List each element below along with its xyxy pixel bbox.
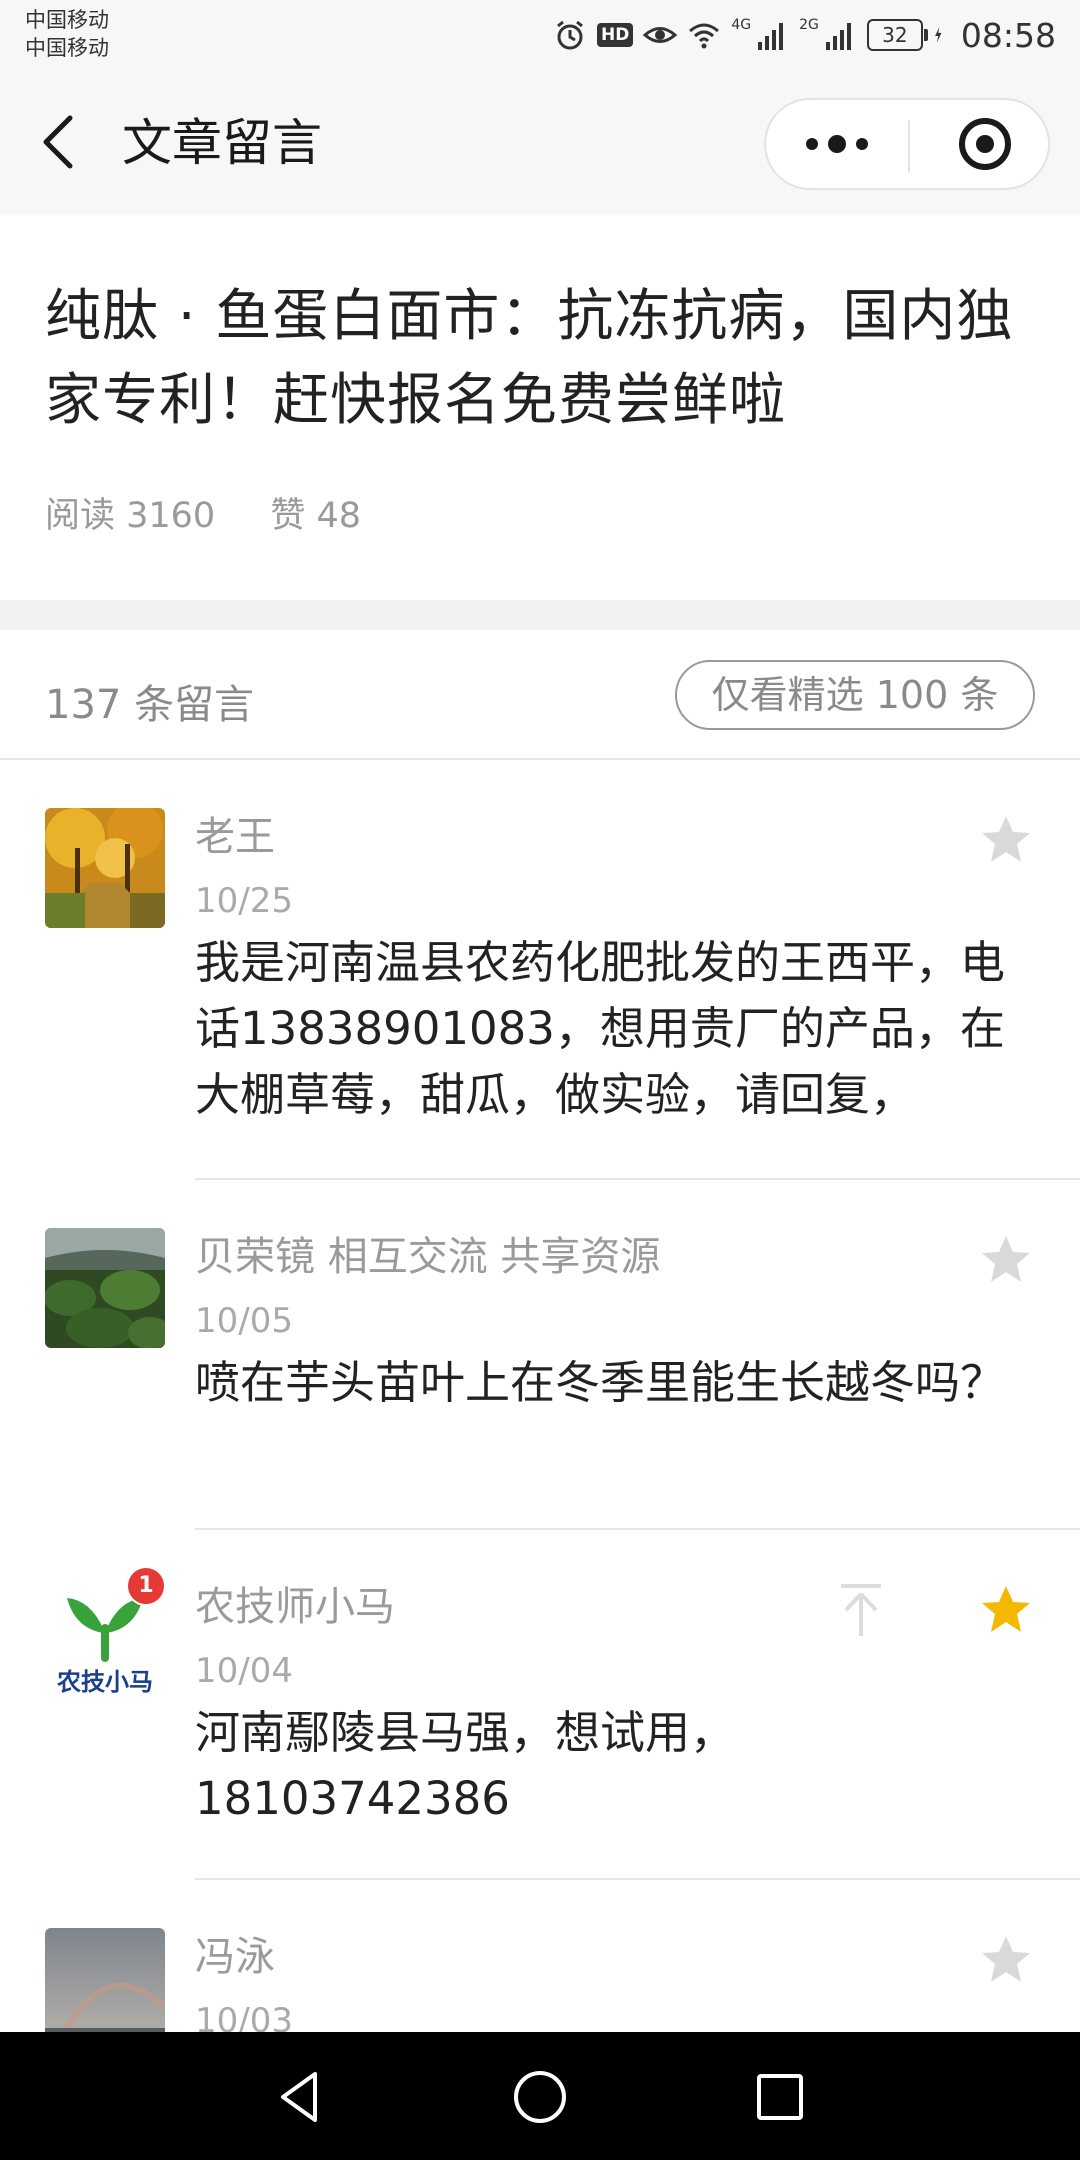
signal-icon xyxy=(825,23,851,50)
avatar-label: 农技小马 xyxy=(57,1668,153,1696)
comment-date: 10/03 xyxy=(195,2001,293,2032)
article-header: 纯肽 · 鱼蛋白面市：抗冻抗病，国内独家专利！赶快报名免费尝鲜啦 阅读 3160… xyxy=(0,215,1080,600)
avatar-image xyxy=(45,808,165,928)
status-bar: 中国移动 中国移动 HD 4G 2G 32 08:58 xyxy=(0,0,1080,70)
close-button[interactable] xyxy=(910,100,1050,188)
avatar[interactable] xyxy=(45,808,165,928)
carrier-2: 中国移动 xyxy=(25,36,109,60)
comment-text: 我是河南温县农药化肥批发的王西平，电话13838901083，想用贵厂的产品，在… xyxy=(195,936,1006,1121)
nav-back-icon[interactable] xyxy=(265,2062,335,2132)
comment-item: 贝荣镜 相互交流 共享资源 10/05 喷在芋头苗叶上在冬季里能生长越冬吗？ xyxy=(0,1180,1080,1530)
nav-home-icon[interactable] xyxy=(505,2062,575,2132)
commenter-name: 贝荣镜 相互交流 共享资源 xyxy=(195,1234,661,1280)
clock: 08:58 xyxy=(960,15,1056,55)
alarm-icon xyxy=(557,20,583,50)
unread-badge: 1 xyxy=(126,1566,166,1606)
comment-date: 10/25 xyxy=(195,881,293,921)
status-icons: HD 4G 2G 32 08:58 xyxy=(553,10,1056,60)
read-count: 阅读 3160 xyxy=(45,496,216,536)
back-button[interactable] xyxy=(30,106,90,176)
battery-icon: 32 xyxy=(866,19,928,51)
system-nav-bar xyxy=(0,2032,1080,2160)
article-stats: 阅读 3160 赞 48 xyxy=(45,487,405,538)
comment-date: 10/04 xyxy=(195,1651,293,1691)
pin-to-top-icon[interactable] xyxy=(836,1580,886,1640)
mini-program-capsule xyxy=(764,98,1050,190)
eye-icon xyxy=(643,27,678,43)
hd-icon: HD xyxy=(597,23,634,47)
commenter-name: 老王 xyxy=(195,814,275,860)
avatar-image xyxy=(45,1228,165,1348)
back-chevron-icon xyxy=(43,115,73,169)
avatar[interactable] xyxy=(45,1928,165,2032)
star-icon[interactable] xyxy=(978,1232,1034,1288)
close-target-icon xyxy=(959,118,1011,170)
signal-icon xyxy=(758,23,784,50)
comment-text: 喷在芋头苗叶上在冬季里能生长越冬吗？ xyxy=(195,1356,1006,1409)
carrier-1: 中国移动 xyxy=(25,8,109,32)
comment-item: 老王 10/25 我是河南温县农药化肥批发的王西平，电话13838901083，… xyxy=(0,760,1080,1180)
comment-item: 冯泳 10/03 xyxy=(0,1880,1080,2032)
page-title: 文章留言 xyxy=(122,114,322,172)
network-label-1: 4G xyxy=(731,17,752,33)
like-count: 赞 48 xyxy=(270,496,362,536)
avatar-image xyxy=(45,1928,165,2032)
commenter-name: 冯泳 xyxy=(195,1934,275,1980)
carrier-labels: 中国移动 中国移动 xyxy=(25,6,109,62)
star-icon[interactable] xyxy=(978,1932,1034,1988)
comment-date: 10/05 xyxy=(195,1301,293,1341)
avatar[interactable] xyxy=(45,1228,165,1348)
commenter-name: 农技师小马 xyxy=(195,1584,395,1630)
comments-count: 137 条留言 xyxy=(45,682,255,728)
comment-text: 河南鄢陵县马强，想试用，18103742386 xyxy=(195,1706,736,1825)
nav-recents-icon[interactable] xyxy=(745,2062,815,2132)
star-icon[interactable] xyxy=(978,1582,1034,1638)
article-title: 纯肽 · 鱼蛋白面市：抗冻抗病，国内独家专利！赶快报名免费尝鲜啦 xyxy=(45,284,1014,433)
charging-icon xyxy=(935,27,942,43)
comment-item: 农技小马 1 农技师小马 10/04 河南鄢陵县马强，想试用，181037423… xyxy=(0,1530,1080,1880)
featured-filter-button[interactable]: 仅看精选 100 条 xyxy=(675,660,1035,730)
more-button[interactable] xyxy=(766,100,908,188)
star-icon[interactable] xyxy=(978,812,1034,868)
nav-bar: 文章留言 xyxy=(0,70,1080,215)
wifi-icon xyxy=(689,23,720,49)
more-dots-icon xyxy=(806,135,868,153)
section-divider xyxy=(0,600,1080,630)
network-label-2: 2G xyxy=(799,17,819,33)
comments-header: 137 条留言 仅看精选 100 条 xyxy=(0,630,1080,760)
